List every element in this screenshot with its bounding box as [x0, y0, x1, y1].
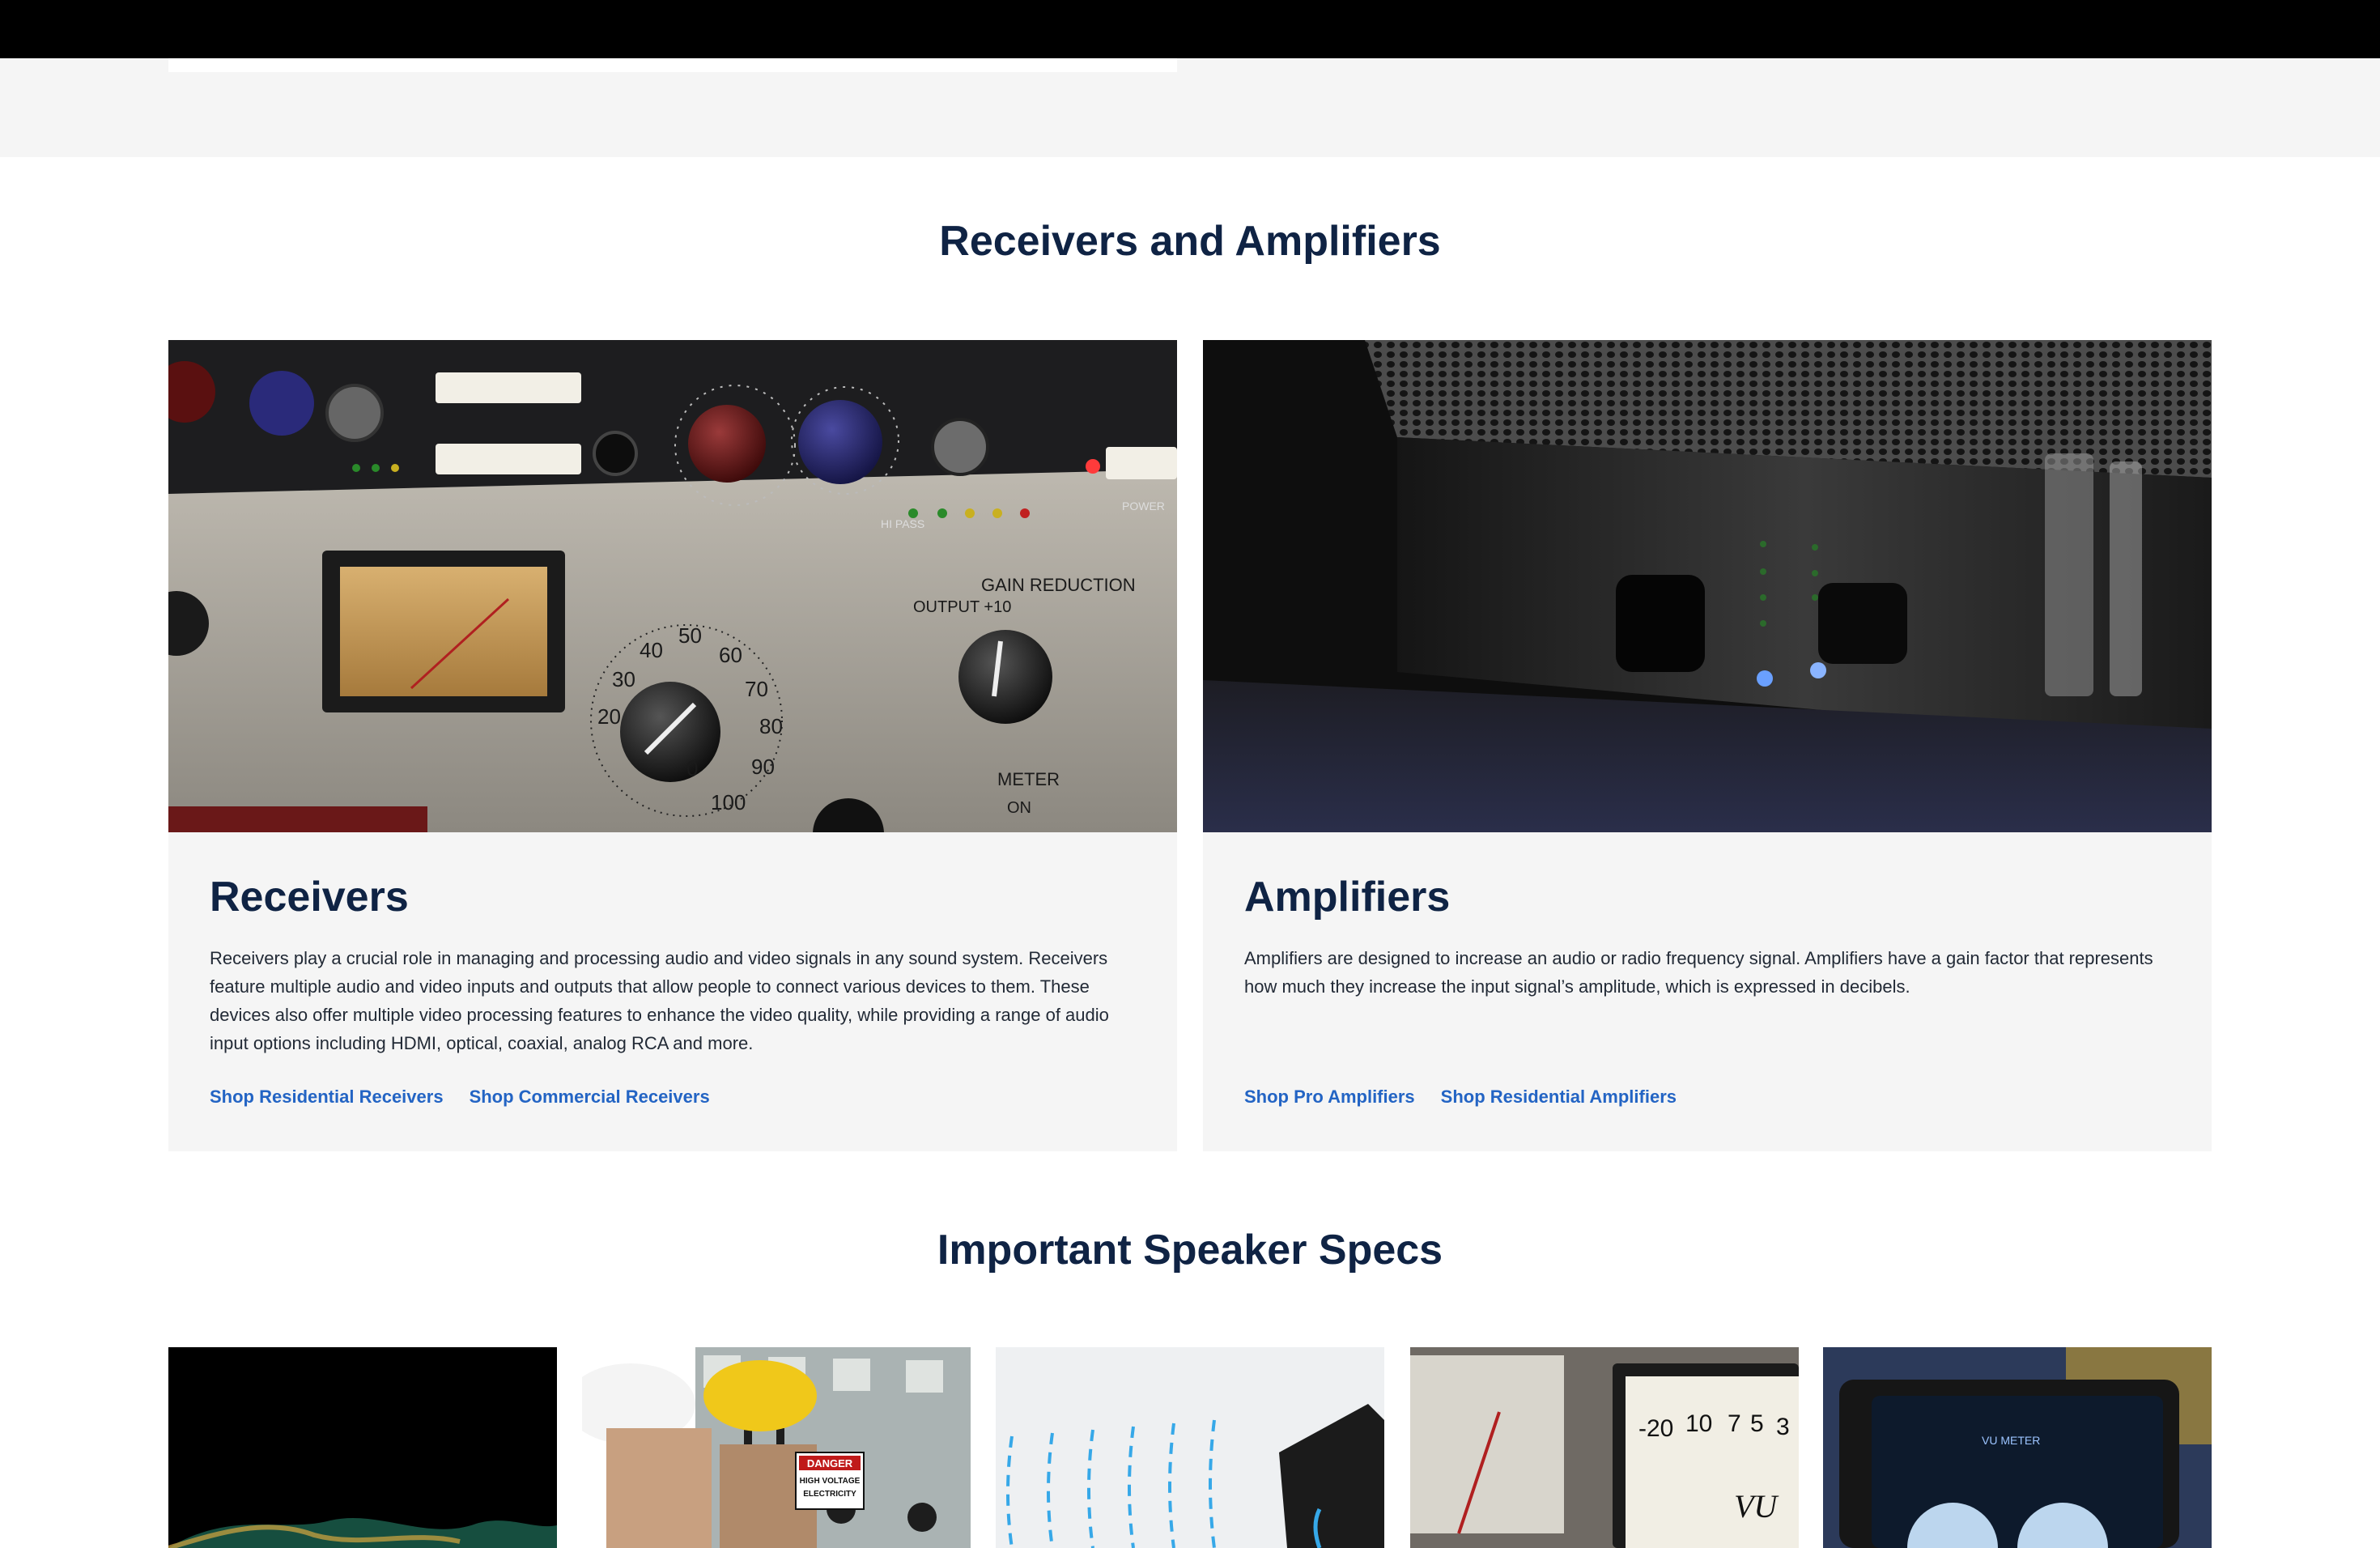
- amplifiers-description: Amplifiers are designed to increase an a…: [1244, 948, 2153, 997]
- receivers-image: HI PASS POWER 50 40 30 20 0 60 70 80 90 …: [168, 340, 1177, 832]
- svg-text:80: 80: [759, 714, 783, 738]
- svg-text:40: 40: [640, 638, 663, 662]
- section-title-speaker-specs: Important Speaker Specs: [937, 1227, 1443, 1274]
- svg-text:100: 100: [711, 790, 746, 814]
- svg-text:3: 3: [1776, 1414, 1790, 1440]
- svg-text:GAIN REDUCTION: GAIN REDUCTION: [981, 575, 1136, 595]
- svg-text:VU: VU: [1734, 1488, 1779, 1525]
- svg-text:70: 70: [745, 677, 768, 701]
- svg-text:10: 10: [1685, 1410, 1712, 1437]
- receivers-title: Receivers: [210, 874, 409, 921]
- amplifiers-card: Amplifiers Amplifiers are designed to in…: [1203, 340, 2212, 1151]
- receivers-description: Receivers play a crucial role in managin…: [210, 948, 1109, 1053]
- shop-commercial-receivers-link[interactable]: Shop Commercial Receivers: [470, 1087, 710, 1108]
- svg-text:50: 50: [678, 623, 702, 648]
- svg-text:7: 7: [1728, 1410, 1741, 1437]
- receivers-card: HI PASS POWER 50 40 30 20 0 60 70 80 90 …: [168, 340, 1177, 1151]
- svg-text:OUTPUT +10: OUTPUT +10: [913, 598, 1011, 616]
- shop-residential-receivers-link[interactable]: Shop Residential Receivers: [210, 1087, 444, 1108]
- svg-text:POWER: POWER: [1122, 500, 1165, 512]
- svg-text:HIGH VOLTAGE: HIGH VOLTAGE: [800, 1477, 861, 1486]
- receivers-links: Shop Residential Receivers Shop Commerci…: [210, 1087, 710, 1108]
- top-black-bar: [0, 0, 2380, 58]
- svg-text:0: 0: [686, 756, 698, 780]
- previous-section-band: [0, 58, 2380, 157]
- svg-text:20: 20: [597, 704, 621, 729]
- svg-text:ELECTRICITY: ELECTRICITY: [803, 1490, 856, 1499]
- svg-text:30: 30: [612, 667, 635, 691]
- amplifiers-image: [1203, 340, 2212, 832]
- svg-text:METER: METER: [997, 769, 1060, 789]
- section-title-receivers-amplifiers: Receivers and Amplifiers: [939, 218, 1441, 265]
- amplifiers-title: Amplifiers: [1244, 874, 1451, 921]
- spec-thumb-sound-wave[interactable]: [168, 1347, 557, 1548]
- svg-text:90: 90: [751, 755, 775, 779]
- shop-residential-amplifiers-link[interactable]: Shop Residential Amplifiers: [1441, 1087, 1677, 1108]
- previous-card-edge: [168, 58, 1177, 72]
- shop-pro-amplifiers-link[interactable]: Shop Pro Amplifiers: [1244, 1087, 1415, 1108]
- spec-thumb-power-panel[interactable]: DANGER HIGH VOLTAGE ELECTRICITY: [582, 1347, 971, 1548]
- svg-text:VU METER: VU METER: [1982, 1434, 2040, 1447]
- svg-text:-20: -20: [1638, 1415, 1673, 1442]
- speaker-specs-thumbnails: DANGER HIGH VOLTAGE ELECTRICITY -20 10 7…: [168, 1347, 2212, 1548]
- amplifiers-links: Shop Pro Amplifiers Shop Residential Amp…: [1244, 1087, 1677, 1108]
- svg-text:ON: ON: [1007, 799, 1031, 817]
- spec-thumb-speaker-waves[interactable]: [996, 1347, 1384, 1548]
- svg-text:5: 5: [1750, 1410, 1764, 1437]
- spec-thumb-vu-meter[interactable]: -20 10 7 5 3 VU: [1410, 1347, 1799, 1548]
- svg-text:60: 60: [719, 643, 742, 667]
- spec-thumb-digital-vu-meter[interactable]: VU METER: [1823, 1347, 2212, 1548]
- svg-text:DANGER: DANGER: [807, 1457, 853, 1469]
- svg-text:HI PASS: HI PASS: [881, 517, 924, 530]
